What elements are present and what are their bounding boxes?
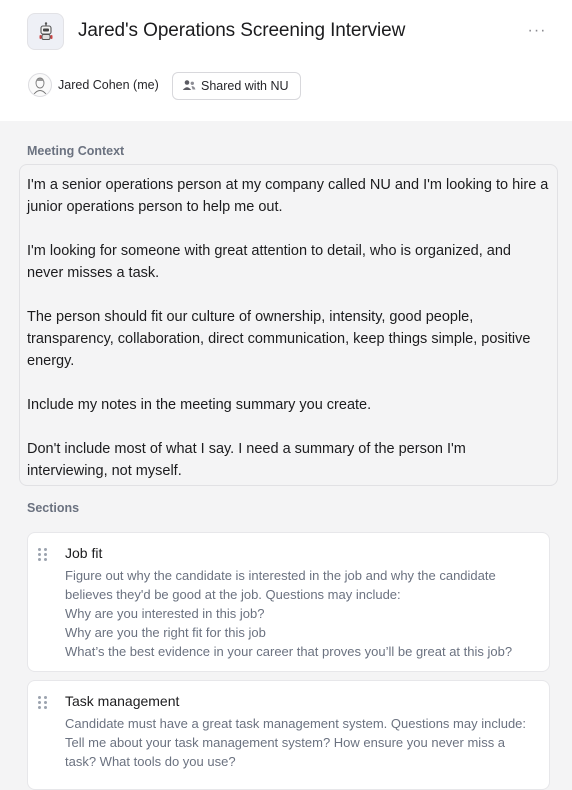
- more-horizontal-icon: ···: [527, 22, 547, 39]
- share-label: Shared with NU: [201, 79, 289, 93]
- more-options-button[interactable]: ···: [524, 20, 550, 42]
- section-line: Figure out why the candidate is interest…: [65, 568, 496, 602]
- section-line: Why are you interested in this job?: [65, 606, 265, 621]
- meeting-context-field[interactable]: I'm a senior operations person at my com…: [19, 164, 558, 486]
- section-title: Task management: [65, 693, 180, 709]
- owner-name: Jared Cohen (me): [58, 77, 159, 92]
- section-description: Figure out why the candidate is interest…: [65, 566, 537, 661]
- meeting-context-label: Meeting Context: [27, 144, 125, 158]
- context-paragraph: I'm a senior operations person at my com…: [27, 177, 549, 215]
- share-button[interactable]: Shared with NU: [172, 72, 301, 100]
- section-description: Candidate must have a great task managem…: [65, 714, 537, 771]
- section-line: What’s the best evidence in your career …: [65, 644, 513, 659]
- context-paragraph: The person should fit our culture of own…: [27, 309, 531, 369]
- avatar: [28, 72, 52, 97]
- owner-chip[interactable]: Jared Cohen (me): [28, 72, 159, 97]
- page-title: Jared's Operations Screening Interview: [78, 20, 406, 41]
- drag-handle-icon[interactable]: [38, 548, 47, 561]
- section-title: Job fit: [65, 545, 103, 561]
- drag-handle-icon[interactable]: [38, 696, 47, 709]
- context-paragraph: Don't include most of what I say. I need…: [27, 441, 466, 479]
- sections-label: Sections: [27, 501, 80, 515]
- context-paragraph: Include my notes in the meeting summary …: [27, 397, 372, 413]
- context-paragraph: I'm looking for someone with great atten…: [27, 243, 511, 281]
- section-line: Tell me about your task management syste…: [65, 735, 506, 769]
- page-header: Jared's Operations Screening Interview ·…: [0, 0, 572, 121]
- section-line: Why are you the right fit for this job: [65, 625, 266, 640]
- section-line: Candidate must have a great task managem…: [65, 716, 527, 731]
- robot-icon: [27, 13, 64, 50]
- section-card-job-fit[interactable]: Job fit Figure out why the candidate is …: [27, 532, 550, 672]
- users-icon: [182, 79, 196, 94]
- section-card-task-management[interactable]: Task management Candidate must have a gr…: [27, 680, 550, 790]
